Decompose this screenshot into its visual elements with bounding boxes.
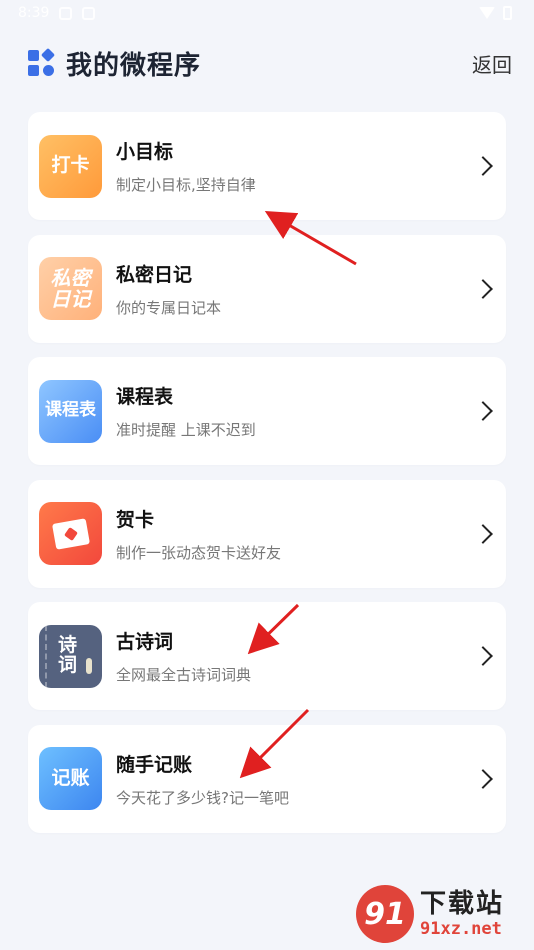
item-title: 课程表 — [116, 386, 174, 409]
card-text: 贺卡 制作一张动态贺卡送好友 — [116, 505, 476, 563]
feather-icon — [86, 657, 92, 674]
chevron-right-icon — [473, 523, 493, 544]
schedule-icon-text: 课程表 — [45, 400, 96, 421]
page-title: 我的微程序 — [66, 50, 202, 81]
list-item-diary[interactable]: 私密 日记 私密日记 你的专属日记本 — [28, 234, 506, 343]
card-text: 随手记账 今天花了多少钱?记一笔吧 — [116, 750, 476, 808]
wifi-icon — [479, 7, 495, 19]
card-text: 小目标 制定小目标,坚持自律 — [116, 137, 476, 195]
checkin-icon: 打卡 — [39, 134, 102, 198]
watermark-logo: 91 — [356, 885, 414, 943]
poem-binding-line — [45, 624, 47, 688]
header: 我的微程序 返回 — [0, 40, 534, 86]
poem-icon-text-1: 诗 — [57, 634, 77, 657]
poem-icon-text: 诗 词 — [57, 634, 77, 677]
status-bar: 8:39 — [0, 0, 534, 26]
notification-icon — [59, 6, 73, 20]
mini-program-list: 打卡 小目标 制定小目标,坚持自律 私密 日记 私密日记 你的专属日记本 课程表… — [28, 112, 506, 848]
message-icon — [82, 6, 96, 20]
card-text: 私密日记 你的专属日记本 — [116, 260, 476, 318]
heart-card-icon — [51, 518, 90, 550]
item-description: 今天花了多少钱?记一笔吧 — [116, 788, 289, 807]
apps-grid-icon — [28, 47, 56, 76]
item-description: 准时提醒 上课不迟到 — [116, 421, 256, 440]
card-text: 古诗词 全网最全古诗词词典 — [116, 627, 476, 685]
item-description: 全网最全古诗词词典 — [116, 666, 252, 685]
item-description: 制作一张动态贺卡送好友 — [116, 543, 282, 562]
status-time: 8:39 — [18, 5, 50, 21]
poem-icon: 诗 词 — [39, 624, 102, 688]
chevron-right-icon — [473, 646, 493, 667]
schedule-icon: 课程表 — [39, 379, 102, 443]
item-title: 随手记账 — [116, 753, 193, 776]
item-description: 你的专属日记本 — [116, 298, 222, 317]
battery-icon — [503, 6, 512, 20]
account-icon: 记账 — [39, 747, 102, 811]
watermark: 91 下载站 91xz.net — [356, 882, 526, 946]
back-button[interactable]: 返回 — [472, 49, 512, 78]
list-item-goal[interactable]: 打卡 小目标 制定小目标,坚持自律 — [28, 112, 506, 220]
item-description: 制定小目标,坚持自律 — [116, 176, 256, 194]
item-title: 小目标 — [116, 141, 174, 163]
list-item-greeting-card[interactable]: 贺卡 制作一张动态贺卡送好友 — [28, 479, 506, 588]
poem-icon-text-2: 词 — [57, 654, 77, 677]
chevron-right-icon — [473, 278, 493, 299]
checkin-icon-text: 打卡 — [51, 154, 90, 177]
item-title: 贺卡 — [116, 508, 155, 531]
item-title: 私密日记 — [116, 263, 193, 286]
diary-icon: 私密 日记 — [39, 257, 102, 321]
list-item-schedule[interactable]: 课程表 课程表 准时提醒 上课不迟到 — [28, 357, 506, 466]
account-icon-text: 记账 — [51, 767, 90, 789]
status-left: 8:39 — [18, 5, 96, 21]
chevron-right-icon — [473, 156, 493, 176]
status-right — [479, 6, 512, 20]
diary-icon-text-1: 私密 — [50, 265, 91, 290]
watermark-name: 下载站 — [420, 889, 505, 919]
item-title: 古诗词 — [116, 631, 174, 654]
chevron-right-icon — [473, 401, 493, 422]
watermark-text: 下载站 91xz.net — [420, 889, 504, 939]
card-text: 课程表 准时提醒 上课不迟到 — [116, 382, 476, 440]
watermark-url: 91xz.net — [420, 919, 502, 939]
greeting-card-icon — [39, 502, 102, 566]
diary-icon-text-2: 日记 — [50, 286, 91, 311]
header-left: 我的微程序 — [28, 45, 201, 82]
list-item-bookkeeping[interactable]: 记账 随手记账 今天花了多少钱?记一笔吧 — [28, 724, 506, 833]
list-item-poetry[interactable]: 诗 词 古诗词 全网最全古诗词词典 — [28, 602, 506, 711]
chevron-right-icon — [473, 769, 493, 789]
